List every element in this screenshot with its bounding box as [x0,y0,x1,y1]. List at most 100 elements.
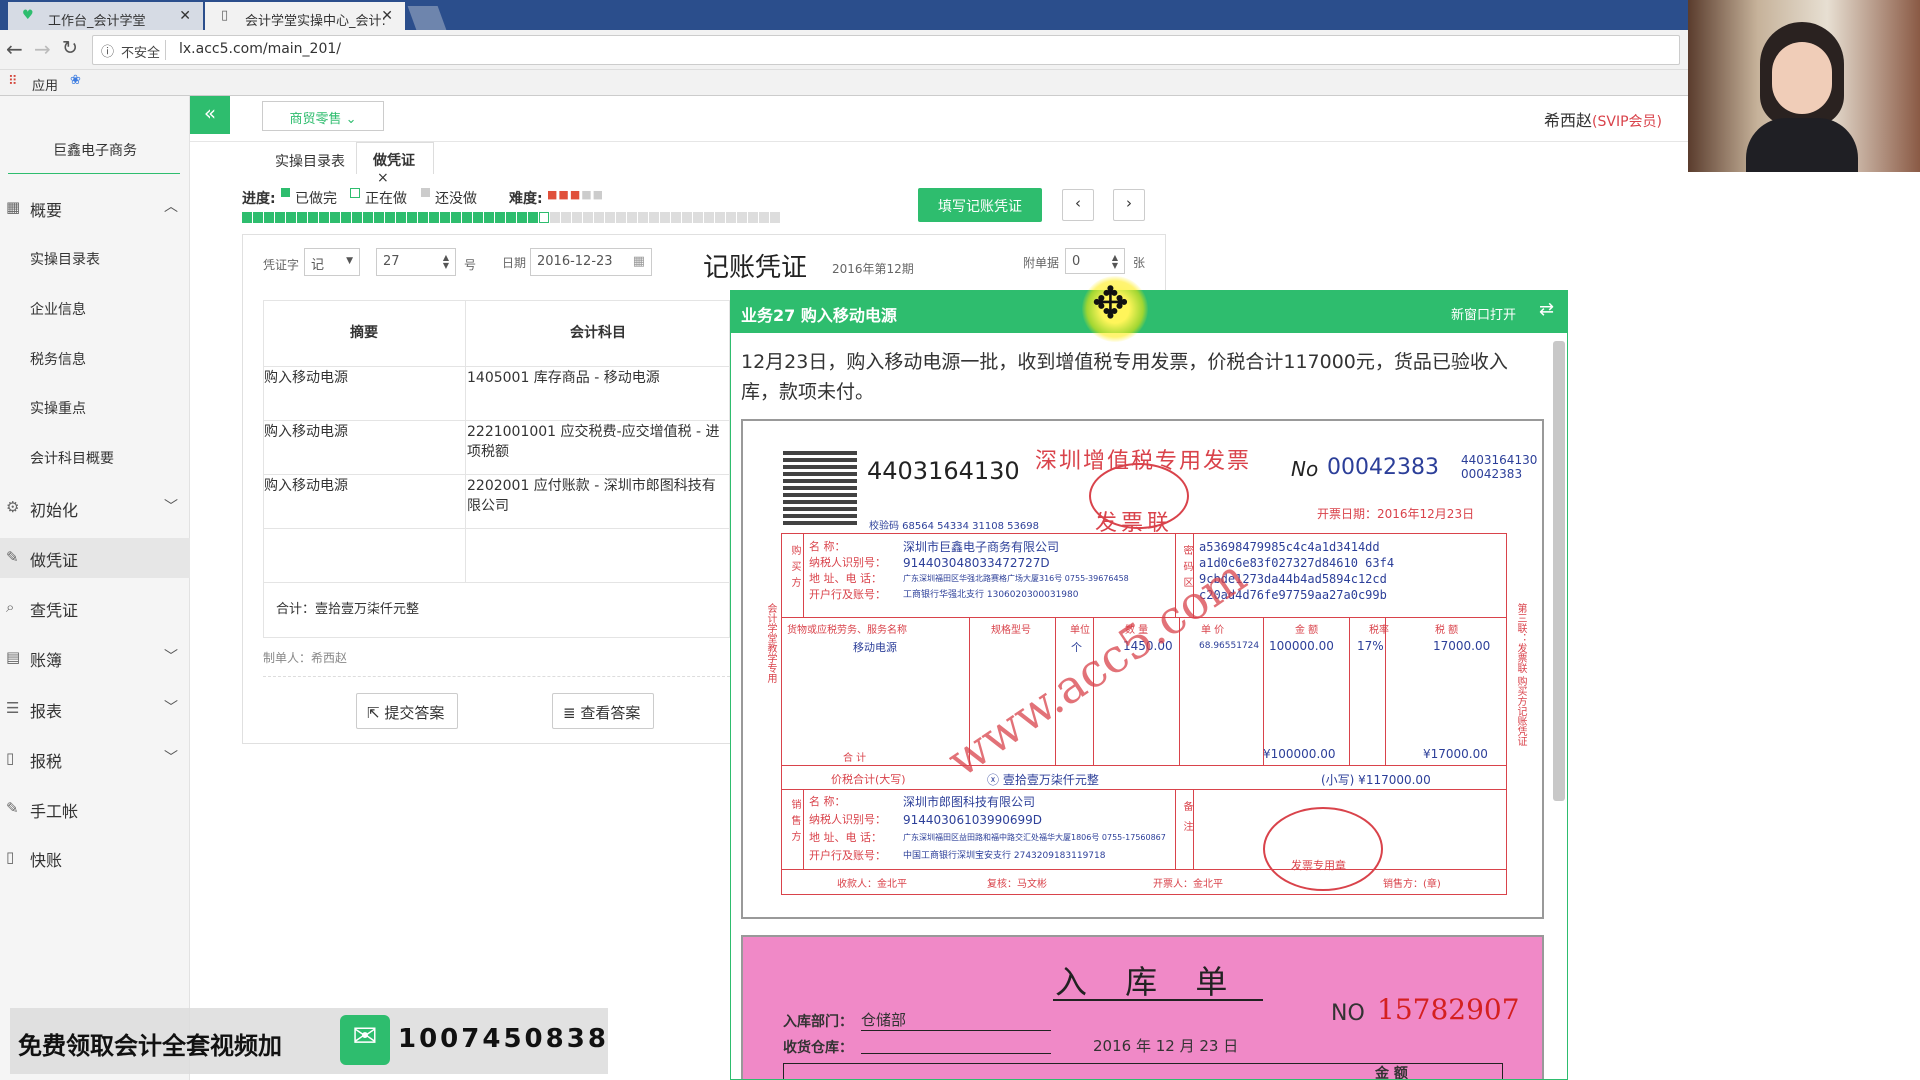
voucher-date-value: 2016-12-23 [537,254,613,269]
forward-icon[interactable]: → [34,37,51,61]
invoice-number: 00042383 [1327,455,1439,480]
popup-header[interactable]: 业务27 购入移动电源 新窗口打开 ⇄ [731,291,1567,333]
pencil-icon: ✎ [6,548,19,566]
item-rate: 17% [1357,639,1384,653]
voucher-number-input[interactable]: 27 ▲ ▼ [376,248,456,276]
close-icon[interactable]: ✕ [179,8,191,24]
tab-make-voucher[interactable]: 做凭证 × [356,142,434,186]
invoice-date: 开票日期：2016年12月23日 [1317,507,1475,521]
new-tab-button[interactable] [407,6,447,30]
voucher-word-select[interactable]: 记 ▼ [304,248,360,276]
tab-label: 做凭证 [373,153,415,169]
row-account[interactable]: 2221001001 应交税费-应交增值税 - 进项税额 [467,422,729,462]
back-icon[interactable]: ← [6,37,23,61]
submit-answer-button[interactable]: ⇱ 提交答案 [356,693,458,729]
total-chinese: ⓧ 壹拾壹万柒仟元整 [987,773,1099,787]
progress-segment [726,212,736,223]
nav-sub-key-points[interactable]: 实操重点 [0,389,190,425]
chevron-down-icon: ﹀ [164,649,178,665]
attach-input[interactable]: 0 ▲ ▼ [1065,248,1125,274]
invoice-check-code: 校验码 68564 54334 31108 53698 [869,521,1039,532]
browser-tab-active[interactable]: ▯ 会计学堂实操中心_会计: ✕ [205,2,405,30]
prev-button[interactable]: ‹ [1062,189,1094,221]
progress-segment [506,212,516,223]
progress-segment [286,212,296,223]
industry-dropdown[interactable]: 商贸零售 ⌄ [262,101,384,131]
calendar-icon[interactable]: ▦ [633,254,645,269]
nav-label: 报表 [30,702,63,721]
stepper-icon[interactable]: ▲ ▼ [1112,254,1118,270]
progress-segment [407,212,417,223]
label-name: 名 称： [809,540,846,553]
receipt-number: 15782907 [1377,993,1520,1026]
attach-unit: 张 [1133,256,1146,270]
sum-tax: ¥17000.00 [1423,747,1488,761]
nav-make-voucher[interactable]: ✎ 做凭证 [0,538,190,578]
chevron-down-icon: ﹀ [164,700,178,716]
nav-overview[interactable]: ▦ 概要 ︿ [0,188,190,228]
progress-segment [352,212,362,223]
next-button[interactable]: › [1113,189,1145,221]
view-answer-button[interactable]: ≣ 查看答案 [552,693,654,729]
learn-stamp-text: 会计学堂教学专用 [765,603,776,683]
seal-text: 发票专用章 [1291,859,1346,872]
baidu-paw-icon[interactable]: ❀ [70,73,81,88]
user-info[interactable]: 希西赵(SVIP会员) [1544,107,1662,131]
nav-query-voucher[interactable]: ⌕ 查凭证 [0,588,190,628]
nav-sub-tax-info[interactable]: 税务信息 [0,340,190,376]
collapse-sidebar-button[interactable]: « [190,96,230,134]
progress-segment [418,212,428,223]
tab-catalog[interactable]: 实操目录表 [270,146,350,174]
url-field[interactable]: ⓘ 不安全 lx.acc5.com/main_201/ [92,35,1680,65]
button-label: 查看答案 [580,704,641,722]
document-icon: ▯ [6,749,15,767]
row-summary[interactable]: 购入移动电源 [264,476,462,496]
progress-segment [572,212,582,223]
business-popup: 业务27 购入移动电源 新窗口打开 ⇄ 12月23日，购入移动电源一批，收到增值… [730,290,1568,1080]
row-account[interactable]: 2202001 应付账款 - 深圳市郎图科技有限公司 [467,476,729,516]
apps-grid-icon[interactable]: ⠿ [8,74,18,89]
chevron-up-icon: ︿ [164,199,178,215]
item-tax: 17000.00 [1433,639,1491,653]
header-summary: 摘要 [350,325,378,341]
sidebar: 巨鑫电子商务 ▦ 概要 ︿ 实操目录表 企业信息 税务信息 实操重点 会计科目概… [0,96,190,1080]
promo-banner: 免费领取会计全套视频加 ✉ 1007450838 [10,1008,608,1074]
nav-quick[interactable]: ▯ 快账 [0,838,190,878]
voucher-date-input[interactable]: 2016-12-23 ▦ [530,248,652,276]
nav-sub-accounts[interactable]: 会计科目概要 [0,439,190,475]
apps-bookmark[interactable]: 应用 [32,75,58,94]
grid-icon: ▦ [6,198,21,216]
nav-sub-company-info[interactable]: 企业信息 [0,290,190,326]
nav-init[interactable]: ⚙ 初始化 ﹀ [0,488,190,528]
nav-ledger[interactable]: ▤ 账簿 ﹀ [0,638,190,678]
close-icon[interactable]: × [377,170,389,186]
open-new-window-link[interactable]: 新窗口打开 [1451,304,1516,323]
item-amount: 100000.00 [1269,639,1334,653]
row-summary[interactable]: 购入移动电源 [264,422,462,442]
nav-manual[interactable]: ✎ 手工帐 [0,789,190,829]
nav-tax[interactable]: ▯ 报税 ﹀ [0,739,190,779]
divider [803,789,804,869]
vat-invoice: 4403164130 深圳增值税专用发票 发票联 No 00042383 440… [741,419,1544,919]
popup-title: 业务27 购入移动电源 [741,306,897,325]
row-account[interactable]: 1405001 库存商品 - 移动电源 [467,368,729,388]
row-summary[interactable]: 购入移动电源 [264,368,462,388]
stepper-icon[interactable]: ▲ ▼ [443,254,449,270]
nav-report[interactable]: ☰ 报表 ﹀ [0,689,190,729]
reload-icon[interactable]: ↻ [62,37,78,59]
browser-tab[interactable]: ♥ 工作台_会计学堂 ✕ [8,2,203,30]
receipt-title: 入 库 单 [1055,963,1242,1001]
chevron-left-icon: ‹ [1075,194,1081,212]
seller-chop-label: 销售方：(章) [1383,879,1441,890]
swap-icon[interactable]: ⇄ [1539,299,1554,320]
progress-segment [341,212,351,223]
fill-voucher-button[interactable]: 填写记账凭证 [918,188,1042,222]
dept-label: 入库部门： [783,1014,853,1030]
promo-number: 1007450838 [398,1024,609,1054]
progress-segment [660,212,670,223]
close-icon[interactable]: ✕ [381,8,393,24]
progress-segment [737,212,747,223]
scrollbar-thumb[interactable] [1553,341,1565,801]
nav-sub-catalog[interactable]: 实操目录表 [0,240,190,276]
webcam-video [1688,0,1920,172]
